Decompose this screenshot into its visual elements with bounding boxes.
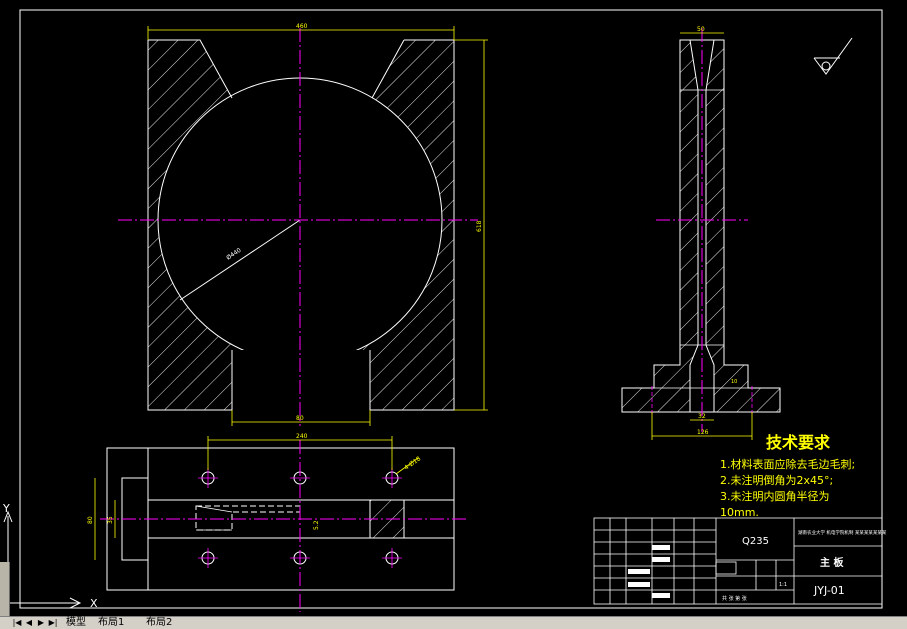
dim-top-width: 460 [296,23,308,30]
ucs-y-label: Y [2,502,10,515]
tb-scale: 1:1 [779,582,787,588]
tb-school: 湖南农业大学 机电学院机制 某某某某某某某 [798,529,887,536]
tech-req-title: 技术要求 [766,433,831,452]
tab-layout1[interactable]: 布局1 [98,617,124,629]
tb-drawing-no: JYJ-01 [813,584,845,597]
front-view: Ø440 460 618 80 [118,23,488,426]
tb-material: Q235 [742,536,769,547]
dim-bottom-h1: 80 [87,516,94,524]
tab-last-button[interactable]: ▶| [48,618,58,628]
left-toolbar-strip[interactable] [0,562,10,616]
tab-model[interactable]: 模型 [66,617,86,629]
tab-prev-button[interactable]: ◀ [24,618,34,628]
tech-req-line4: 10mm. [720,506,759,519]
tech-req-line2: 2.未注明倒角为2x45°; [720,473,833,487]
tab-next-button[interactable]: ▶ [36,618,46,628]
tech-req-line3: 3.未注明内圆角半径为 [720,489,830,503]
dim-side-top: 50 [697,26,705,33]
dim-bottom-span: 240 [296,433,308,440]
tab-layout2[interactable]: 布局2 [146,617,172,629]
dim-height: 618 [476,220,483,232]
tech-req-line1: 1.材料表面应除去毛边毛刺; [720,457,855,471]
ucs-x-label: X [90,597,98,610]
dim-bottom-inner: 5.2 [313,520,320,530]
dim-side-small: 10 [731,379,737,385]
dim-bottom-slot: 80 [296,415,304,422]
tb-part-name: 主 板 [820,556,844,569]
dim-side-base-inner: 32 [698,413,706,420]
dim-bottom-h2: 35 [107,516,114,524]
tb-sheet: 共 张 第 张 [722,595,747,602]
drawing-canvas[interactable]: Ø440 460 618 80 50 10 32 126 240 4-Ø18 8… [0,0,907,628]
tab-first-button[interactable]: |◀ [12,618,22,628]
layout-tab-bar: |◀ ◀ ▶ ▶| 模型 布局1 布局2 [0,616,907,629]
dim-side-base: 126 [697,429,709,436]
